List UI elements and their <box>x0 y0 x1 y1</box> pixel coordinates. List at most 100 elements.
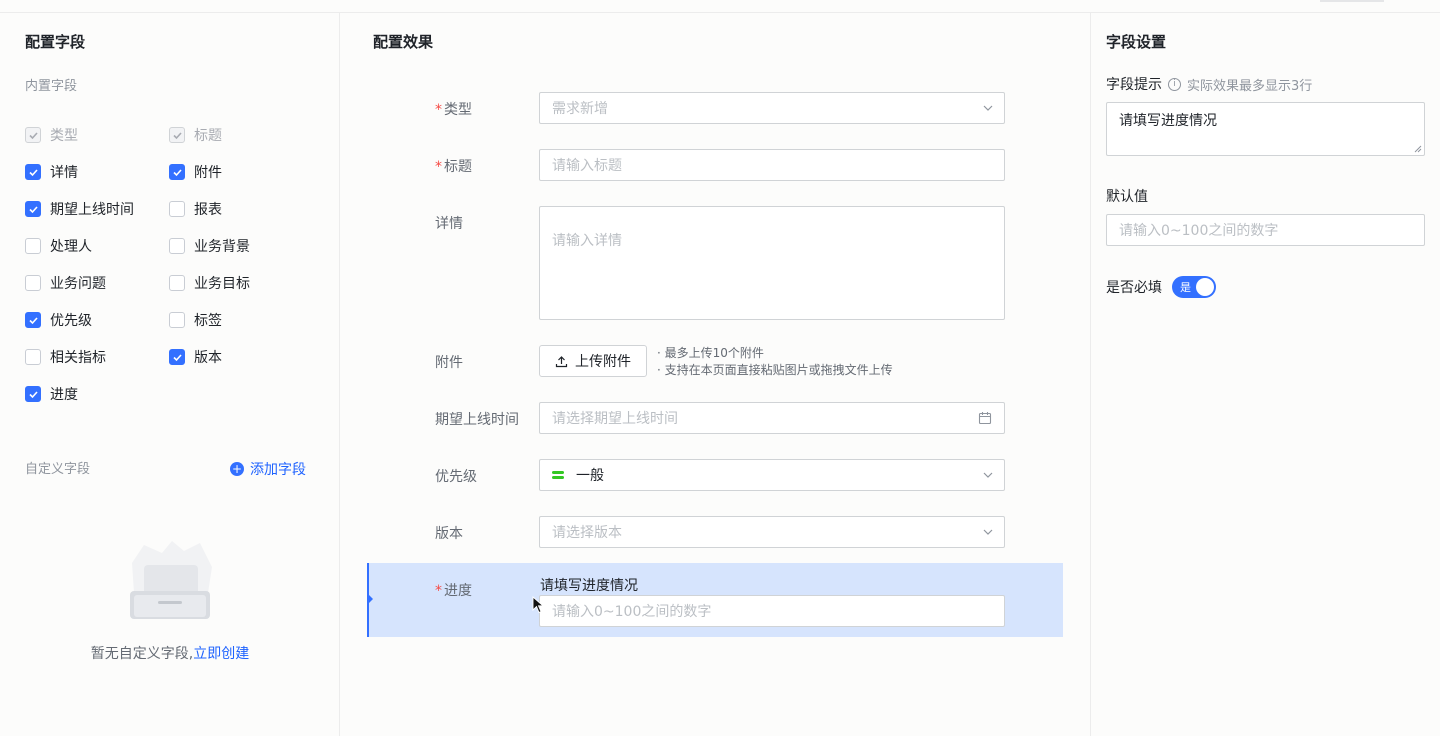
required-mark: * <box>435 583 442 599</box>
version-label-text: 版本 <box>435 526 463 542</box>
release-time-placeholder: 请选择期望上线时间 <box>552 411 678 427</box>
field-checkbox-row[interactable]: 业务问题 <box>25 273 106 293</box>
release-time-label-text: 期望上线时间 <box>435 412 519 428</box>
type-select-value: 需求新增 <box>552 101 608 117</box>
add-field-button[interactable]: + 添加字段 <box>230 459 306 479</box>
detail-textarea[interactable]: 请输入详情 <box>539 206 1005 320</box>
attachment-label: 附件 <box>435 352 463 372</box>
checkbox[interactable] <box>169 201 185 217</box>
empty-custom-fields-text: 暂无自定义字段,立即创建 <box>0 643 340 663</box>
version-placeholder: 请选择版本 <box>552 525 622 541</box>
checkbox[interactable] <box>169 238 185 254</box>
priority-select-value: 一般 <box>576 468 604 484</box>
checkbox[interactable] <box>25 349 41 365</box>
field-checkbox-row: 类型 <box>25 125 78 145</box>
field-checkbox-label: 相关指标 <box>50 350 106 366</box>
field-checkbox-row[interactable]: 优先级 <box>25 310 92 330</box>
checkbox[interactable] <box>169 312 185 328</box>
calendar-icon <box>978 412 992 425</box>
field-checkbox-label: 期望上线时间 <box>50 202 134 218</box>
title-label: * 标题 <box>435 156 472 176</box>
field-checkbox-row[interactable]: 报表 <box>169 199 222 219</box>
field-checkbox-label: 版本 <box>194 350 222 366</box>
field-checkbox-label: 类型 <box>50 128 78 144</box>
progress-input[interactable]: 请输入0~100之间的数字 <box>539 595 1005 627</box>
add-field-label: 添加字段 <box>250 462 306 478</box>
field-hint-info: i 实际效果最多显示3行 <box>1168 75 1312 94</box>
checkbox <box>169 127 185 143</box>
field-checkbox-row[interactable]: 进度 <box>25 384 78 404</box>
upload-attachment-button[interactable]: 上传附件 <box>539 345 647 377</box>
config-fields-panel: 配置字段 内置字段 类型 标题 详情 附件 期望上线时间 报表 处理人 业务背景 业务问题 业务目… <box>0 13 340 736</box>
checkbox[interactable] <box>25 275 41 291</box>
progress-label-text: 进度 <box>444 583 472 599</box>
attachment-label-text: 附件 <box>435 355 463 371</box>
checkbox[interactable] <box>169 349 185 365</box>
custom-fields-label: 自定义字段 <box>25 462 91 477</box>
default-value-placeholder: 请输入0~100之间的数字 <box>1119 223 1279 239</box>
field-checkbox-row[interactable]: 业务背景 <box>169 236 250 256</box>
field-hint-value: 请填写进度情况 <box>1119 113 1217 129</box>
info-icon: i <box>1168 78 1181 91</box>
field-checkbox-row[interactable]: 标签 <box>169 310 222 330</box>
default-value-input[interactable]: 请输入0~100之间的数字 <box>1106 214 1425 246</box>
field-settings-title: 字段设置 <box>1106 33 1167 51</box>
required-mark: * <box>435 102 442 118</box>
checkbox[interactable] <box>25 238 41 254</box>
priority-label-text: 优先级 <box>435 469 477 485</box>
checkbox[interactable] <box>25 201 41 217</box>
field-checkbox-row[interactable]: 附件 <box>169 162 222 182</box>
required-mark: * <box>435 159 442 175</box>
chevron-down-icon <box>983 472 993 478</box>
builtin-fields-label: 内置字段 <box>25 79 78 94</box>
field-checkbox-label: 业务目标 <box>194 276 250 292</box>
config-preview-panel: 配置效果 * 类型 需求新增 * 标题 请输入标题 详情 请输入详情 附件 上传附件… <box>340 13 1091 736</box>
priority-select[interactable]: 一般 <box>539 459 1005 491</box>
field-checkbox-label: 进度 <box>50 387 78 403</box>
release-time-label: 期望上线时间 <box>435 409 519 429</box>
checkbox[interactable] <box>25 312 41 328</box>
field-checkbox-row[interactable]: 详情 <box>25 162 78 182</box>
field-checkbox-row[interactable]: 处理人 <box>25 236 92 256</box>
chevron-down-icon <box>983 529 993 535</box>
field-hint-label: 字段提示 <box>1106 77 1162 93</box>
mouse-cursor-icon <box>532 596 544 614</box>
progress-placeholder: 请输入0~100之间的数字 <box>552 604 712 620</box>
field-checkbox-label: 处理人 <box>50 239 92 255</box>
checkbox <box>25 127 41 143</box>
create-now-link[interactable]: 立即创建 <box>193 646 249 662</box>
checkbox[interactable] <box>25 164 41 180</box>
config-fields-title: 配置字段 <box>25 33 86 51</box>
chevron-down-icon <box>983 105 993 111</box>
top-tab-stub[interactable] <box>1320 0 1384 2</box>
type-label: * 类型 <box>435 99 472 119</box>
field-checkbox-label: 业务背景 <box>194 239 250 255</box>
config-preview-title: 配置效果 <box>373 33 434 51</box>
field-checkbox-label: 优先级 <box>50 313 92 329</box>
plus-circle-icon: + <box>230 462 244 476</box>
field-checkbox-row[interactable]: 业务目标 <box>169 273 250 293</box>
resize-grip-icon[interactable] <box>1414 145 1422 153</box>
title-input[interactable]: 请输入标题 <box>539 149 1005 181</box>
field-checkbox-row[interactable]: 期望上线时间 <box>25 199 134 219</box>
empty-text-label: 暂无自定义字段, <box>90 646 194 662</box>
field-checkbox-label: 报表 <box>194 202 222 218</box>
required-toggle[interactable]: 是 <box>1172 276 1216 298</box>
field-hint-textarea[interactable]: 请填写进度情况 <box>1106 102 1425 156</box>
field-checkbox-label: 业务问题 <box>50 276 106 292</box>
version-select[interactable]: 请选择版本 <box>539 516 1005 548</box>
field-checkbox-label: 详情 <box>50 165 78 181</box>
upload-button-label: 上传附件 <box>575 354 631 370</box>
release-time-picker[interactable]: 请选择期望上线时间 <box>539 402 1005 434</box>
type-label-text: 类型 <box>444 102 472 118</box>
type-select[interactable]: 需求新增 <box>539 92 1005 124</box>
required-toggle-label: 是 <box>1180 281 1191 294</box>
field-checkbox-row[interactable]: 相关指标 <box>25 347 106 367</box>
title-placeholder: 请输入标题 <box>552 158 622 174</box>
checkbox[interactable] <box>169 164 185 180</box>
checkbox[interactable] <box>169 275 185 291</box>
empty-box-illustration-icon <box>130 541 212 619</box>
field-checkbox-row[interactable]: 版本 <box>169 347 222 367</box>
version-label: 版本 <box>435 523 463 543</box>
checkbox[interactable] <box>25 386 41 402</box>
